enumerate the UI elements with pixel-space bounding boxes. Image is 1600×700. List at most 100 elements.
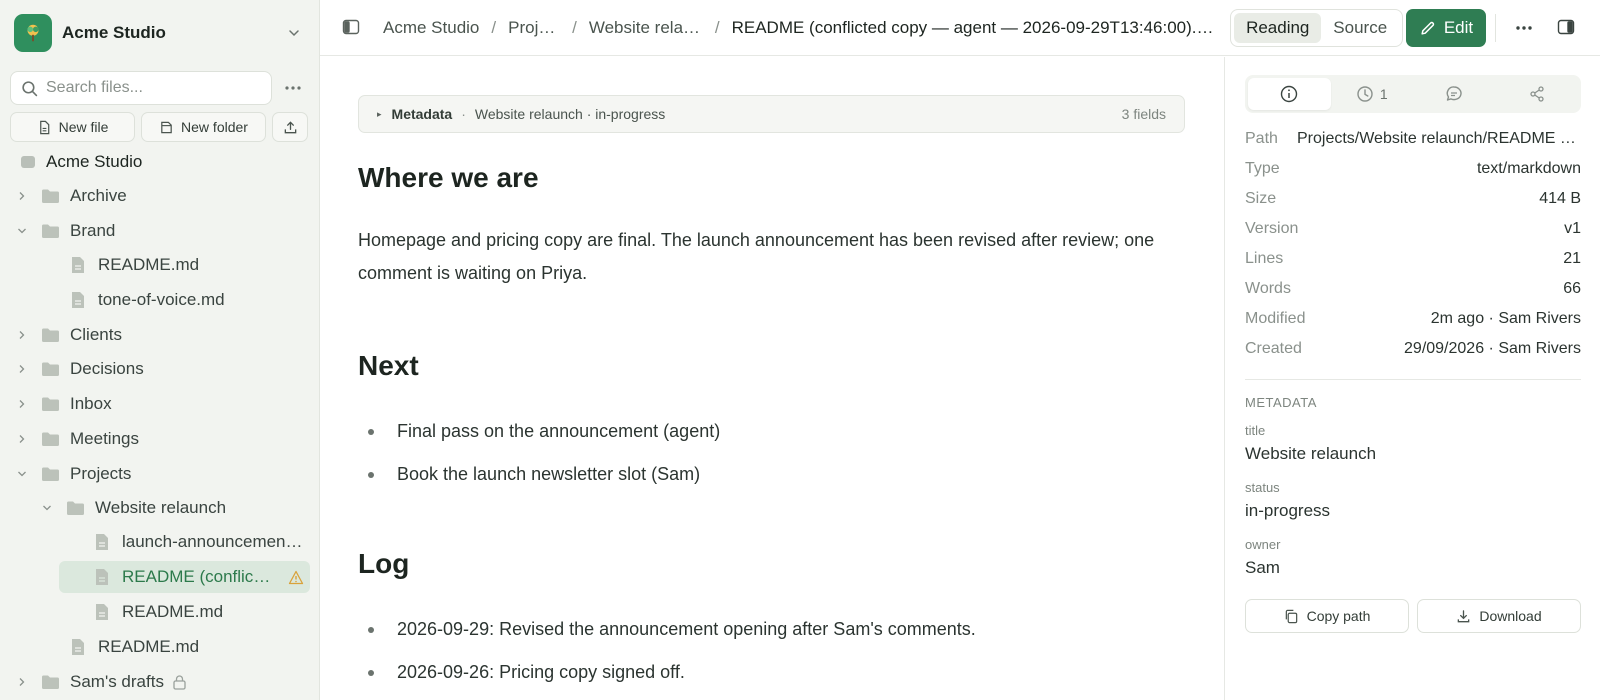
search-input[interactable] <box>46 79 256 97</box>
breadcrumb-website-relaunch[interactable]: Website relaunch <box>589 18 703 38</box>
download-button[interactable]: Download <box>1417 599 1581 633</box>
sidebar-toggle-icon[interactable] <box>342 18 362 38</box>
tree-folder-meetings[interactable]: Meetings <box>14 423 139 455</box>
warning-icon <box>288 570 304 585</box>
list-item: Book the launch newsletter slot (Sam) <box>368 464 700 485</box>
metadata-bar[interactable]: ▸ Metadata · Website relaunch · in-progr… <box>358 95 1185 133</box>
upload-button[interactable] <box>272 112 308 142</box>
comment-icon <box>1445 85 1463 103</box>
tab-share[interactable] <box>1496 78 1579 110</box>
heading-log: Log <box>358 548 410 579</box>
tree-label: Brand <box>70 221 116 240</box>
file-search[interactable] <box>10 71 272 105</box>
tree-root[interactable]: Acme Studio <box>18 146 142 178</box>
tree-label: Inbox <box>70 394 112 413</box>
download-icon <box>1456 609 1471 624</box>
heading-next: Next <box>358 350 419 381</box>
tree-file-readme-conflicted[interactable]: README (conflicted copy — agent — 2026-0… <box>59 561 310 593</box>
tree-folder-website-relaunch[interactable]: Website relaunch <box>39 492 226 524</box>
document-icon <box>68 290 88 310</box>
tree-folder-sams-drafts[interactable]: Sam's drafts <box>14 666 187 698</box>
folder-icon <box>40 429 60 449</box>
tree-label: Archive <box>70 186 127 205</box>
new-folder-label: New folder <box>181 119 248 135</box>
chevron-right-icon[interactable] <box>14 327 30 343</box>
chevron-right-icon[interactable] <box>14 674 30 690</box>
chevron-down-icon[interactable] <box>14 223 30 239</box>
prop-type: Type text/markdown <box>1245 157 1581 181</box>
chevron-right-icon[interactable] <box>14 396 30 412</box>
separator-dot: · <box>461 106 466 122</box>
tree-file-projects-readme[interactable]: README.md <box>68 631 199 663</box>
copy-path-label: Copy path <box>1306 608 1371 624</box>
pencil-icon <box>1419 20 1436 37</box>
new-file-label: New file <box>58 119 109 135</box>
tree-folder-projects[interactable]: Projects <box>14 458 131 490</box>
prop-lines: Lines 21 <box>1245 247 1581 271</box>
prop-size: Size 414 B <box>1245 187 1581 211</box>
breadcrumb-workspace[interactable]: Acme Studio <box>383 18 479 38</box>
tab-comments[interactable] <box>1413 78 1496 110</box>
tree-file-launch-announcement[interactable]: launch-announcement.md <box>92 526 306 558</box>
more-options-icon[interactable] <box>1512 16 1536 40</box>
chevron-down-icon[interactable] <box>39 500 55 516</box>
info-icon <box>1280 85 1298 103</box>
download-label: Download <box>1479 608 1542 624</box>
chevron-right-icon[interactable] <box>14 361 30 377</box>
tree-label: Website relaunch <box>95 498 227 517</box>
reading-mode-button[interactable]: Reading <box>1234 13 1322 43</box>
tree-label: README.md <box>98 637 200 656</box>
metadata-field-count: 3 fields <box>1121 106 1166 122</box>
upload-icon <box>283 120 298 135</box>
metadata-summary: Website relaunch · in-progress <box>474 106 666 122</box>
tree-label: Acme Studio <box>46 152 143 171</box>
tree-file-website-readme[interactable]: README.md <box>92 596 223 628</box>
tree-label: README (conflicted copy — agent — 2026-0… <box>122 567 274 586</box>
chevron-right-icon[interactable] <box>14 188 30 204</box>
workspace-switcher[interactable]: Acme Studio <box>14 14 306 52</box>
folder-icon <box>40 186 60 206</box>
tab-history[interactable]: 1 <box>1331 78 1414 110</box>
tab-info[interactable] <box>1248 78 1331 110</box>
breadcrumb: Acme Studio / Projects / Website relaunc… <box>383 0 1214 56</box>
source-mode-button[interactable]: Source <box>1321 13 1399 43</box>
tree-folder-decisions[interactable]: Decisions <box>14 353 144 385</box>
new-folder-button[interactable]: New folder <box>141 112 266 142</box>
breadcrumb-projects[interactable]: Projects <box>508 18 560 38</box>
document-icon <box>92 602 112 622</box>
tree-file-brand-readme[interactable]: README.md <box>68 249 199 281</box>
view-mode-toggle: Reading Source <box>1230 9 1403 47</box>
edit-button[interactable]: Edit <box>1406 9 1486 47</box>
tree-logo-icon <box>14 14 52 52</box>
tree-label: Decisions <box>70 359 144 378</box>
panel-divider <box>1245 379 1581 380</box>
more-options-icon[interactable] <box>280 75 306 101</box>
tree-label: README.md <box>122 602 224 621</box>
right-panel-toggle-icon[interactable] <box>1557 18 1577 38</box>
tree-folder-brand[interactable]: Brand <box>14 215 115 247</box>
folder-icon <box>40 394 60 414</box>
prop-label: Size <box>1245 190 1277 207</box>
folder-icon <box>40 464 60 484</box>
tree-folder-archive[interactable]: Archive <box>14 180 127 212</box>
new-file-button[interactable]: New file <box>10 112 135 142</box>
chevron-right-icon[interactable] <box>14 431 30 447</box>
metadata-key-status: status <box>1245 480 1280 495</box>
tree-folder-clients[interactable]: Clients <box>14 319 122 351</box>
metadata-value-owner: Sam <box>1245 558 1280 577</box>
tree-label: launch-announcement.md <box>122 532 306 551</box>
prop-label: Words <box>1245 280 1291 297</box>
folder-plus-icon <box>159 120 174 135</box>
prop-label: Lines <box>1245 250 1284 267</box>
chevron-down-icon[interactable] <box>14 466 30 482</box>
tree-folder-inbox[interactable]: Inbox <box>14 388 112 420</box>
document-icon <box>68 255 88 275</box>
edit-label: Edit <box>1443 18 1474 37</box>
metadata-label: Metadata <box>391 106 453 122</box>
tree-file-tone-of-voice[interactable]: tone-of-voice.md <box>68 284 225 316</box>
copy-path-button[interactable]: Copy path <box>1245 599 1409 633</box>
details-tabs: 1 <box>1245 75 1581 113</box>
folder-icon <box>40 221 60 241</box>
chevron-down-icon[interactable] <box>282 21 306 45</box>
prop-label: Created <box>1245 340 1302 357</box>
